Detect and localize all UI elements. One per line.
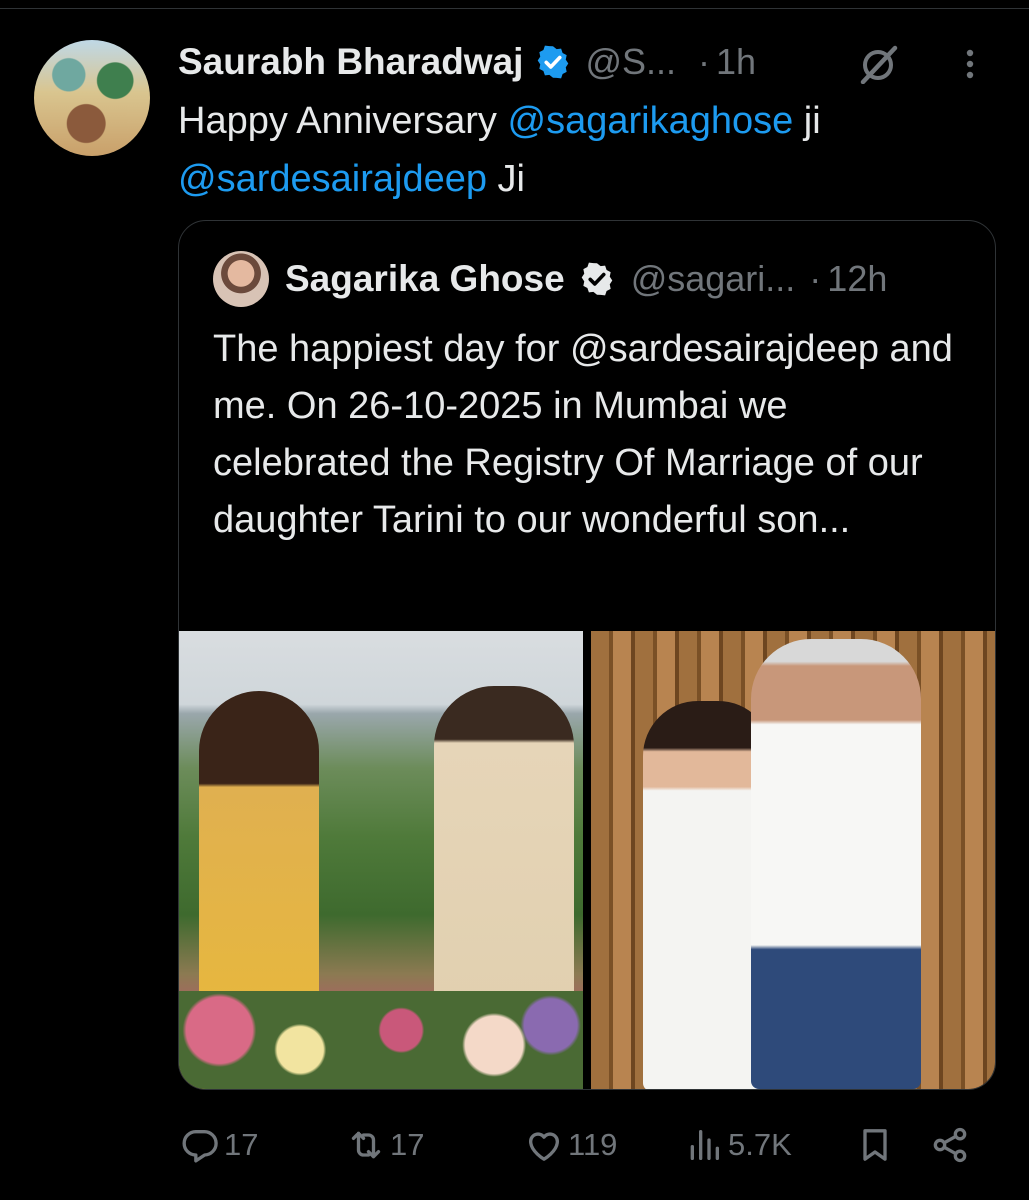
verified-badge-icon [581, 262, 612, 296]
like-icon [528, 1132, 560, 1161]
like-button[interactable]: 119 [524, 1112, 617, 1178]
quote-text: The happiest day for @sardesairajdeep an… [213, 328, 953, 541]
author-avatar[interactable] [34, 40, 150, 156]
quote-header: Sagarika Ghose @sagari... · 12h [285, 251, 887, 307]
bookmark-button[interactable] [855, 1112, 895, 1178]
text-segment: ji [793, 100, 821, 142]
separator-dot: · [809, 258, 822, 299]
share-button[interactable] [930, 1112, 970, 1178]
quote-time[interactable]: 12h [827, 258, 887, 300]
reply-count: 17 [224, 1127, 259, 1162]
author-name[interactable]: Saurabh Bharadwaj [178, 41, 523, 83]
quote-author-avatar[interactable] [213, 251, 269, 307]
like-count: 119 [568, 1127, 618, 1162]
photo-flowers [179, 991, 583, 1089]
photo-figure [751, 639, 921, 1089]
divider [0, 8, 1029, 9]
quote-author-handle[interactable]: @sagari... [631, 258, 796, 300]
mention-sagarikaghose[interactable]: @sagarikaghose [508, 100, 794, 142]
tweet-header: Saurabh Bharadwaj @S... · 1h [178, 34, 756, 90]
author-handle[interactable]: @S... [585, 41, 676, 83]
tweet-time[interactable]: 1h [716, 41, 756, 83]
grok-icon[interactable] [855, 44, 901, 84]
reply-icon [182, 1129, 218, 1163]
more-icon[interactable] [960, 44, 980, 84]
views-button[interactable]: 5.7K [684, 1112, 792, 1178]
bookmark-icon [863, 1129, 887, 1161]
repost-icon [351, 1131, 381, 1159]
quoted-tweet[interactable]: Sagarika Ghose @sagari... · 12h The happ… [178, 220, 996, 1090]
quote-author-name[interactable]: Sagarika Ghose [285, 258, 565, 300]
text-segment: Happy Anniversary [178, 100, 508, 142]
separator-dot: · [698, 41, 710, 82]
share-icon [933, 1127, 967, 1163]
text-segment: Ji [486, 158, 525, 200]
views-count: 5.7K [728, 1127, 792, 1162]
repost-count: 17 [390, 1127, 425, 1162]
repost-button[interactable]: 17 [346, 1112, 424, 1178]
photo-ceremony[interactable] [179, 631, 583, 1089]
photo-parents[interactable] [591, 631, 995, 1089]
action-bar: 17 17 119 5.7K [0, 1112, 1029, 1178]
reply-button[interactable]: 17 [180, 1112, 258, 1178]
verified-badge-icon [538, 45, 569, 79]
views-icon [690, 1130, 719, 1160]
mention-sardesairajdeep[interactable]: @sardesairajdeep [178, 158, 487, 200]
tweet-text: Happy Anniversary @sagarikaghose ji @sar… [178, 92, 978, 208]
